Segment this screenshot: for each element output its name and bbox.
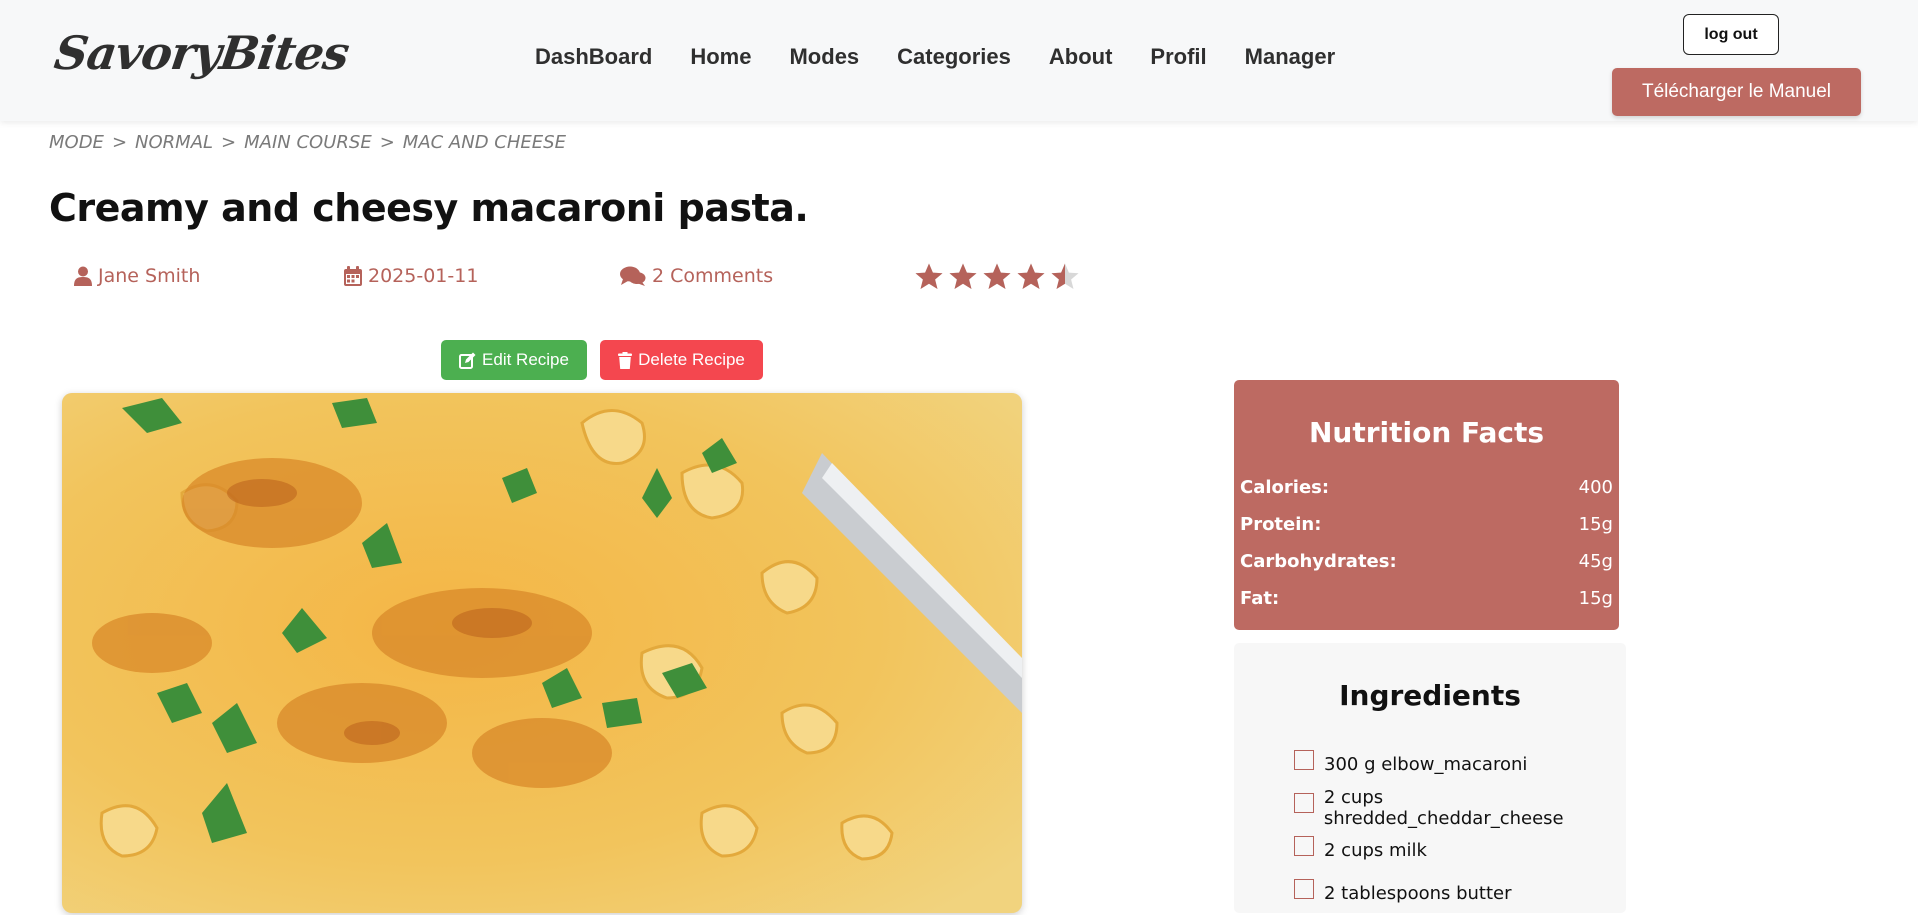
nutrition-value: 15g: [1578, 588, 1613, 609]
breadcrumb-item-mode[interactable]: MODE: [49, 132, 104, 153]
nutrition-value: 400: [1578, 477, 1613, 498]
delete-recipe-button[interactable]: Delete Recipe: [600, 340, 763, 380]
star-icon[interactable]: [1050, 262, 1080, 292]
main-nav: DashBoard Home Modes Categories About Pr…: [535, 44, 1373, 70]
nutrition-label: Protein:: [1240, 514, 1322, 535]
breadcrumb-separator: >: [111, 132, 128, 153]
nutrition-facts-card: Nutrition Facts Calories: 400 Protein: 15g…: [1234, 380, 1619, 630]
ingredients-title: Ingredients: [1339, 679, 1521, 712]
ingredient-checkbox[interactable]: [1294, 749, 1314, 770]
user-icon: [74, 266, 92, 286]
nutrition-title: Nutrition Facts: [1308, 416, 1545, 449]
comments-link[interactable]: 2 Comments: [652, 265, 773, 287]
ingredient-item: 300 g elbow_macaroni: [1294, 743, 1626, 786]
nutrition-label: Calories:: [1240, 477, 1330, 498]
recipe-author: Jane Smith: [74, 265, 200, 287]
nav-item-manager[interactable]: Manager: [1245, 44, 1335, 70]
delete-recipe-label: Delete Recipe: [638, 350, 745, 369]
breadcrumb-item-normal[interactable]: NORMAL: [135, 132, 213, 153]
nutrition-row: Protein: 15g: [1234, 506, 1619, 543]
star-icon[interactable]: [1016, 262, 1046, 292]
breadcrumb: MODE > NORMAL > MAIN COURSE > MAC AND CHEESE: [49, 132, 566, 153]
ingredients-list: 300 g elbow_macaroni 2 cups shredded_che…: [1294, 743, 1626, 915]
recipe-image: [62, 393, 1022, 913]
logout-button[interactable]: log out: [1683, 14, 1779, 55]
nutrition-rows: Calories: 400 Protein: 15g Carbohydrates: 4…: [1234, 469, 1619, 617]
ingredient-checkbox[interactable]: [1294, 835, 1314, 856]
ingredient-label: 300 g elbow_macaroni: [1324, 754, 1528, 775]
breadcrumb-item-mac-and-cheese[interactable]: MAC AND CHEESE: [403, 132, 566, 153]
nutrition-row: Fat: 15g: [1234, 580, 1619, 617]
nutrition-value: 45g: [1578, 551, 1613, 572]
ingredient-checkbox[interactable]: [1294, 878, 1314, 899]
nav-item-about[interactable]: About: [1049, 44, 1113, 70]
nutrition-label: Carbohydrates:: [1240, 551, 1397, 572]
download-manual-button[interactable]: Télécharger le Manuel: [1612, 68, 1861, 116]
breadcrumb-item-main-course[interactable]: MAIN COURSE: [244, 132, 372, 153]
ingredient-label: 2 tablespoons butter: [1324, 883, 1512, 904]
star-icon[interactable]: [948, 262, 978, 292]
trash-icon: [618, 351, 633, 369]
star-icon[interactable]: [914, 262, 944, 292]
recipe-date: 2025-01-11: [344, 265, 478, 287]
breadcrumb-separator: >: [379, 132, 395, 153]
ingredient-item: 2 cups shredded_cheddar_cheese: [1294, 786, 1626, 829]
mac-and-cheese-photo: [62, 393, 1022, 913]
comments-icon: [620, 266, 646, 286]
nutrition-row: Calories: 400: [1234, 469, 1619, 506]
ingredient-label: 2 cups milk: [1324, 840, 1427, 861]
breadcrumb-separator: >: [221, 132, 237, 153]
calendar-icon: [344, 266, 362, 286]
ingredient-item: 2 tablespoons butter: [1294, 872, 1626, 915]
top-navbar: SavoryBites DashBoard Home Modes Categor…: [0, 0, 1918, 121]
site-logo[interactable]: SavoryBites: [51, 26, 352, 80]
nav-item-profil[interactable]: Profil: [1150, 44, 1206, 70]
edit-recipe-button[interactable]: Edit Recipe: [441, 340, 587, 380]
nutrition-row: Carbohydrates: 45g: [1234, 543, 1619, 580]
ingredients-card: Ingredients 300 g elbow_macaroni 2 cups …: [1234, 643, 1626, 913]
nav-item-modes[interactable]: Modes: [789, 44, 859, 70]
recipe-comments: 2 Comments: [620, 265, 773, 287]
edit-icon: [459, 352, 476, 369]
nav-item-categories[interactable]: Categories: [897, 44, 1011, 70]
nutrition-label: Fat:: [1240, 588, 1280, 609]
ingredient-checkbox[interactable]: [1294, 792, 1314, 813]
edit-recipe-label: Edit Recipe: [482, 350, 569, 369]
nutrition-value: 15g: [1578, 514, 1613, 535]
recipe-title: Creamy and cheesy macaroni pasta.: [49, 186, 809, 230]
ingredient-item: 2 cups milk: [1294, 829, 1626, 872]
ingredient-label: 2 cups shredded_cheddar_cheese: [1323, 786, 1564, 829]
nav-item-dashboard[interactable]: DashBoard: [535, 44, 652, 70]
date-value: 2025-01-11: [368, 265, 479, 287]
author-name[interactable]: Jane Smith: [98, 265, 200, 287]
rating-stars[interactable]: [914, 262, 1080, 292]
nav-item-home[interactable]: Home: [690, 44, 751, 70]
star-icon[interactable]: [982, 262, 1012, 292]
